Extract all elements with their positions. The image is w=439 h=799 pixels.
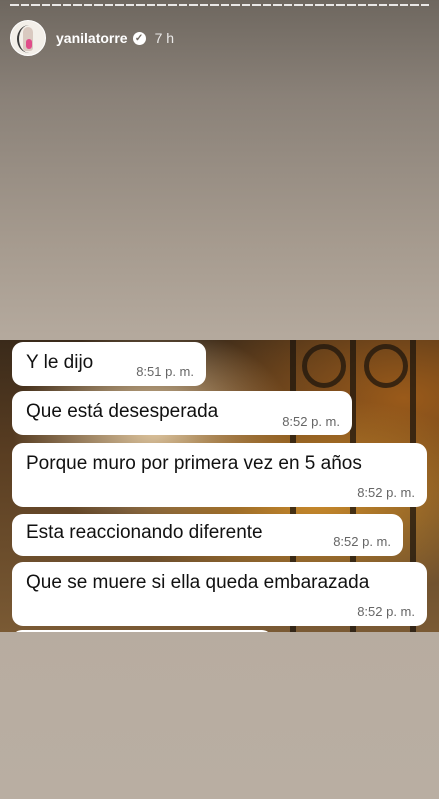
- progress-segment: [10, 4, 19, 6]
- message-text: Y le dijo: [26, 352, 94, 373]
- message-time: 8:52 p. m.: [357, 604, 415, 619]
- progress-segment: [294, 4, 303, 6]
- progress-segment: [104, 4, 114, 6]
- chat-screenshot: Y le dijo 8:51 p. m. Que está desesperad…: [0, 340, 439, 632]
- progress-segment: [83, 4, 93, 6]
- chat-bubble: Y le dijo 8:51 p. m.: [12, 342, 206, 386]
- verified-badge-icon: ✓: [132, 31, 146, 45]
- message-text: Porque muro por primera vez en 5 años: [26, 453, 362, 474]
- progress-segment: [20, 4, 30, 6]
- username[interactable]: yanilatorre: [56, 30, 128, 46]
- progress-segment: [178, 4, 188, 6]
- message-time: 8:52 p. m.: [333, 534, 391, 549]
- progress-segment: [41, 4, 51, 6]
- chat-bubble-partial: [12, 630, 272, 632]
- progress-segment: [262, 4, 272, 6]
- progress-segment: [420, 4, 430, 6]
- progress-segment: [325, 4, 335, 6]
- progress-segment: [357, 4, 367, 6]
- progress-segment: [136, 4, 145, 6]
- progress-segment: [146, 4, 156, 6]
- progress-segment: [115, 4, 124, 6]
- message-time: 8:52 p. m.: [282, 414, 340, 429]
- progress-segment: [231, 4, 240, 6]
- progress-segment: [73, 4, 82, 6]
- chat-bubble: Que está desesperada 8:52 p. m.: [12, 391, 352, 435]
- chat-bubble: Porque muro por primera vez en 5 años 8:…: [12, 443, 427, 507]
- progress-segment: [252, 4, 261, 6]
- progress-segment: [52, 4, 61, 6]
- progress-segment: [220, 4, 230, 6]
- progress-segment: [347, 4, 356, 6]
- story-header: yanilatorre ✓ 7 h: [10, 18, 174, 58]
- progress-segment: [62, 4, 72, 6]
- post-time: 7 h: [154, 30, 175, 46]
- progress-segment: [368, 4, 377, 6]
- progress-segment: [94, 4, 103, 6]
- progress-segment: [336, 4, 345, 6]
- progress-segment: [273, 4, 282, 6]
- progress-segment: [315, 4, 324, 6]
- progress-segment: [157, 4, 166, 6]
- progress-segment: [167, 4, 177, 6]
- progress-segment: [31, 4, 40, 6]
- story-progress-bar: [10, 4, 430, 6]
- progress-segment: [378, 4, 388, 6]
- chat-bubble: Esta reaccionando diferente 8:52 p. m.: [12, 514, 403, 556]
- avatar[interactable]: [10, 20, 46, 56]
- message-text: Que se muere si ella queda embarazada: [26, 572, 370, 593]
- progress-segment: [410, 4, 419, 6]
- progress-segment: [125, 4, 135, 6]
- message-text: Que está desesperada: [26, 401, 219, 422]
- progress-segment: [210, 4, 219, 6]
- progress-segment: [389, 4, 398, 6]
- progress-segment: [241, 4, 251, 6]
- progress-segment: [283, 4, 293, 6]
- progress-segment: [199, 4, 209, 6]
- chat-bubble: Que se muere si ella queda embarazada 8:…: [12, 562, 427, 626]
- progress-segment: [189, 4, 198, 6]
- message-time: 8:51 p. m.: [136, 364, 194, 379]
- progress-segment: [399, 4, 409, 6]
- progress-segment: [304, 4, 314, 6]
- message-text: Esta reaccionando diferente: [26, 522, 263, 543]
- message-time: 8:52 p. m.: [357, 485, 415, 500]
